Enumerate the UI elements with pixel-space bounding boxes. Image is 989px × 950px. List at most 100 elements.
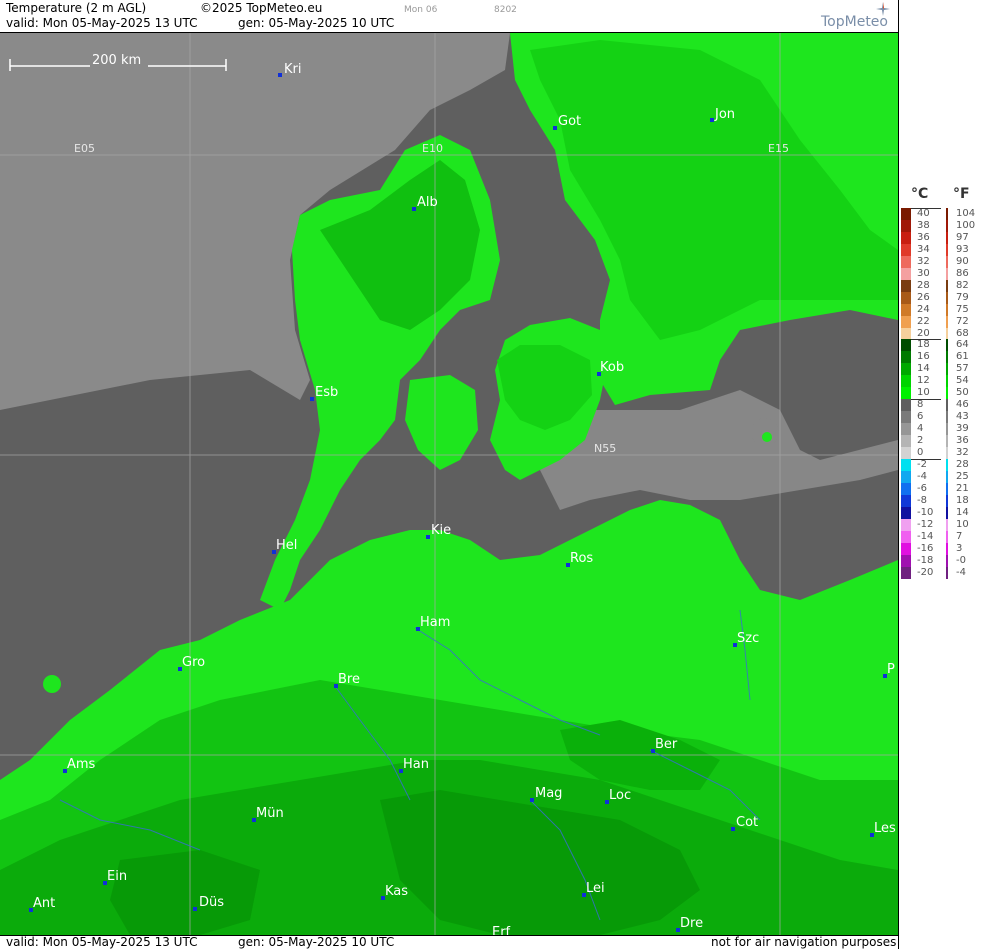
legend-celsius-value: 8 xyxy=(917,399,924,411)
valid-time: valid: Mon 05-May-2025 13 UTC xyxy=(6,16,198,30)
legend-f-swatch xyxy=(946,542,948,555)
legend-fahrenheit-value: 7 xyxy=(956,530,963,542)
city-label-ein[interactable]: Ein xyxy=(107,869,127,884)
bottom-info-bar: valid: Mon 05-May-2025 13 UTC gen: 05-Ma… xyxy=(0,935,898,950)
city-label-ams[interactable]: Ams xyxy=(67,757,96,772)
city-label-ros[interactable]: Ros xyxy=(570,551,593,566)
temperature-map[interactable]: 200 km E05 E10 E15 N55 Kri Got Jon Alb E… xyxy=(0,33,898,935)
legend-fahrenheit-value: 43 xyxy=(956,411,969,423)
legend-celsius-value: 36 xyxy=(917,231,930,243)
legend-swatch xyxy=(901,315,911,328)
legend-f-swatch xyxy=(946,423,948,436)
city-label-alb[interactable]: Alb xyxy=(417,195,438,210)
legend-divider xyxy=(911,339,941,341)
legend-fahrenheit-value: 90 xyxy=(956,255,969,267)
city-label-ant[interactable]: Ant xyxy=(33,896,55,911)
legend-celsius-value: 6 xyxy=(917,411,924,423)
city-label-ham[interactable]: Ham xyxy=(420,615,450,630)
city-label-dre[interactable]: Dre xyxy=(680,916,703,931)
legend-f-swatch xyxy=(946,506,948,519)
city-label-got[interactable]: Got xyxy=(558,114,581,129)
city-label-dus[interactable]: Düs xyxy=(199,895,224,910)
legend-fahrenheit-value: 86 xyxy=(956,267,969,279)
legend-swatch xyxy=(901,482,911,495)
legend-swatch xyxy=(901,411,911,424)
city-label-ber[interactable]: Ber xyxy=(655,737,678,752)
legend-swatch xyxy=(901,423,911,436)
legend-f-swatch xyxy=(946,458,948,471)
celsius-header: °C xyxy=(911,186,929,202)
city-label-les[interactable]: Les xyxy=(874,821,896,836)
city-label-kob[interactable]: Kob xyxy=(600,360,624,375)
legend-celsius-value: 10 xyxy=(917,387,930,399)
legend-fahrenheit-value: 61 xyxy=(956,351,969,363)
legend-celsius-value: 22 xyxy=(917,315,930,327)
city-label-szc[interactable]: Szc xyxy=(737,631,759,646)
legend-swatch xyxy=(901,303,911,316)
city-label-lei[interactable]: Lei xyxy=(586,881,605,896)
city-label-jon[interactable]: Jon xyxy=(714,107,735,122)
legend-f-swatch xyxy=(946,470,948,483)
legend-swatch xyxy=(901,518,911,531)
legend-celsius-value: 16 xyxy=(917,351,930,363)
legend-swatch xyxy=(901,458,911,471)
legend-fahrenheit-value: 93 xyxy=(956,243,969,255)
legend-f-swatch xyxy=(946,435,948,448)
legend-swatch xyxy=(901,208,911,220)
legend-f-swatch xyxy=(946,518,948,531)
city-label-cot[interactable]: Cot xyxy=(736,815,758,830)
legend-swatch xyxy=(901,447,911,459)
city-label-mag[interactable]: Mag xyxy=(535,786,562,801)
city-label-loc[interactable]: Loc xyxy=(609,788,631,803)
legend-divider xyxy=(911,399,941,401)
legend-swatch xyxy=(901,375,911,388)
legend-fahrenheit-value: 46 xyxy=(956,399,969,411)
legend-fahrenheit-value: 75 xyxy=(956,303,969,315)
legend-celsius-value: 24 xyxy=(917,303,930,315)
legend-fahrenheit-value: 32 xyxy=(956,447,969,458)
city-label-bre[interactable]: Bre xyxy=(338,672,360,687)
legend-f-swatch xyxy=(946,303,948,316)
legend-celsius-value: 38 xyxy=(917,219,930,231)
city-label-p[interactable]: P xyxy=(887,662,895,677)
legend-fahrenheit-value: 36 xyxy=(956,435,969,447)
legend-divider xyxy=(911,458,941,460)
legend-fahrenheit-value: 68 xyxy=(956,327,969,339)
city-label-han[interactable]: Han xyxy=(403,757,429,772)
temperature-legend: °C °F 40 104 38 100 36 97 34 93 32 90 30 86 28 82 26 79… xyxy=(898,0,989,949)
fahrenheit-header: °F xyxy=(953,186,970,202)
legend-fahrenheit-value: 39 xyxy=(956,423,969,435)
legend-swatch xyxy=(901,279,911,292)
city-label-esb[interactable]: Esb xyxy=(315,385,338,400)
city-label-gro[interactable]: Gro xyxy=(182,655,205,670)
topmeteo-logo[interactable]: TopMeteo xyxy=(821,14,888,30)
top-info-bar: Temperature (2 m AGL) ©2025 TopMeteo.eu … xyxy=(0,0,898,33)
scale-label: 200 km xyxy=(92,53,141,68)
legend-celsius-value: -12 xyxy=(917,518,934,530)
city-label-kas[interactable]: Kas xyxy=(385,884,408,899)
city-label-erf[interactable]: Erf xyxy=(492,925,511,935)
legend-swatch xyxy=(901,435,911,448)
legend-f-swatch xyxy=(946,339,948,352)
legend-fahrenheit-value: 25 xyxy=(956,470,969,482)
city-label-hel[interactable]: Hel xyxy=(276,538,297,553)
disclaimer-text: not for air navigation purposes xyxy=(711,935,897,949)
legend-celsius-value: 28 xyxy=(917,279,930,291)
grid-label-e05: E05 xyxy=(74,142,95,155)
legend-swatch xyxy=(901,530,911,543)
city-label-kri[interactable]: Kri xyxy=(284,62,301,77)
legend-fahrenheit-value: 79 xyxy=(956,291,969,303)
city-label-kie[interactable]: Kie xyxy=(431,523,451,538)
legend-f-swatch xyxy=(946,255,948,268)
legend-celsius-value: 30 xyxy=(917,267,930,279)
legend-celsius-value: 18 xyxy=(917,339,930,351)
city-label-mun[interactable]: Mün xyxy=(256,806,284,821)
map-canvas: 200 km E05 E10 E15 N55 Kri Got Jon Alb E… xyxy=(0,33,898,935)
legend-fahrenheit-value: 100 xyxy=(956,219,976,231)
legend-f-swatch xyxy=(946,387,948,400)
legend-swatch xyxy=(901,542,911,555)
legend-fahrenheit-value: 72 xyxy=(956,315,969,327)
footer-generated-time: gen: 05-May-2025 10 UTC xyxy=(238,935,395,949)
generated-time: gen: 05-May-2025 10 UTC xyxy=(238,16,395,30)
legend-f-swatch xyxy=(946,482,948,495)
